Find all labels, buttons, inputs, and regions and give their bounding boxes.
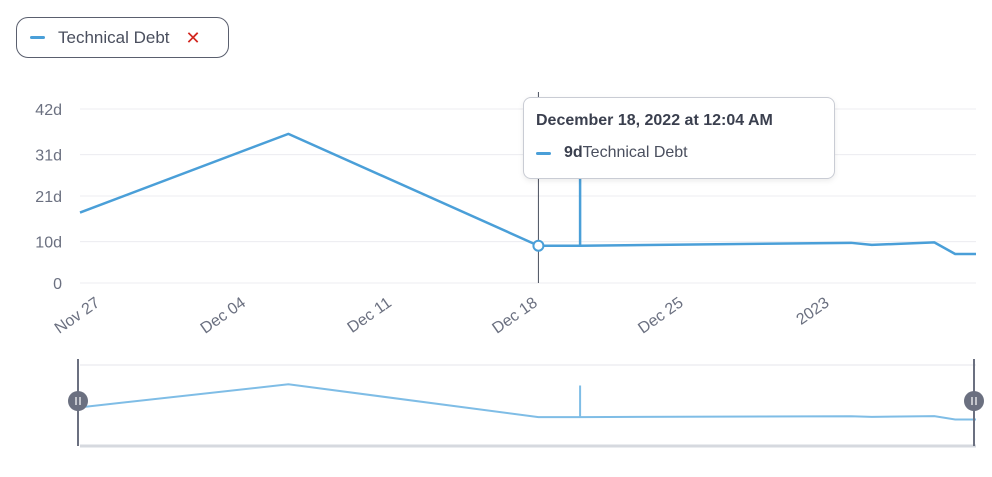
x-axis: Nov 27 Dec 04 Dec 11 Dec 18 Dec 25 2023 [52,294,833,337]
y-tick-label: 21d [35,189,62,206]
tooltip-row: 9d Technical Debt [536,144,834,162]
hover-point [532,239,545,252]
tooltip-series: Technical Debt [582,144,688,161]
y-axis: 0 10d 21d 31d 42d [35,102,62,293]
range-navigator[interactable] [68,359,984,448]
x-tick-label: Dec 04 [198,294,249,337]
tooltip: December 18, 2022 at 12:04 AM 9d Technic… [523,97,835,179]
y-tick-label: 10d [35,235,62,252]
navigator-left-handle[interactable] [68,359,88,446]
handle-knob [68,391,88,411]
y-tick-label: 42d [35,102,62,119]
tooltip-swatch [536,151,551,155]
x-tick-label: 2023 [794,294,833,328]
tooltip-title: December 18, 2022 at 12:04 AM [536,112,773,129]
navigator-series-line [79,383,976,421]
y-tick-label: 31d [35,148,62,165]
x-tick-label: Dec 18 [489,294,540,337]
x-tick-label: Dec 11 [345,294,395,336]
y-tick-label: 0 [53,276,62,293]
handle-knob [964,391,984,411]
navigator-right-handle[interactable] [964,359,984,446]
chart-svg[interactable]: 0 10d 21d 31d 42d Nov 27 Dec 04 Dec 11 Dec 18 De… [0,0,992,477]
x-tick-label: Dec 25 [635,294,686,337]
chart-root: Technical Debt ✕ 0 10d 21d 31d 42d Nov 27 Dec… [0,0,992,477]
x-tick-label: Nov 27 [52,294,103,337]
tooltip-value: 9d [564,144,583,161]
